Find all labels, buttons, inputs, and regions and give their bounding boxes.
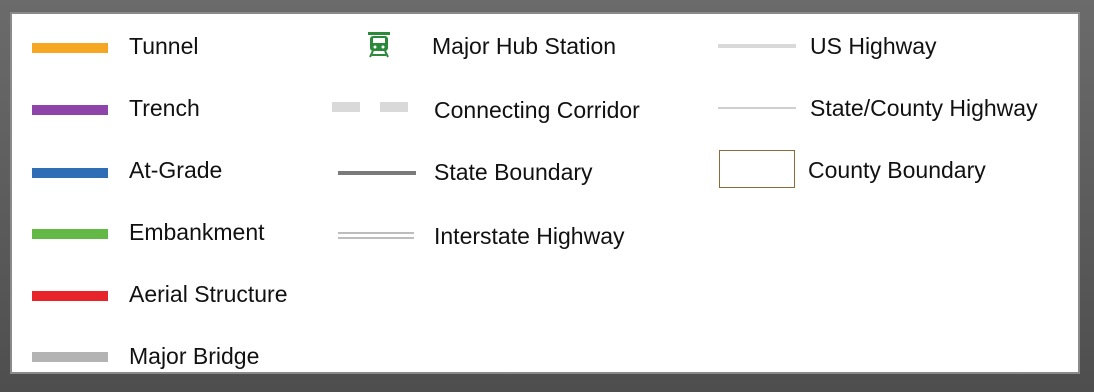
- legend-item-tunnel: Tunnel: [129, 31, 198, 61]
- legend-item-trench: Trench: [129, 93, 200, 123]
- major-bridge-label: Major Bridge: [129, 342, 260, 369]
- legend-item-embankment: Embankment: [129, 217, 265, 247]
- train-station-icon: [368, 32, 390, 58]
- us-highway-label: US Highway: [810, 32, 937, 59]
- connecting-corridor-swatch-a: [332, 102, 360, 112]
- legend-item-major-hub-station: Major Hub Station: [432, 31, 616, 61]
- legend-item-state-boundary: State Boundary: [434, 157, 593, 187]
- legend-item-at-grade: At-Grade: [129, 155, 222, 185]
- legend-item-state-county-highway: State/County Highway: [810, 93, 1038, 123]
- connecting-corridor-swatch-b: [380, 102, 408, 112]
- map-legend: Tunnel Trench At-Grade Embankment Aerial…: [10, 12, 1080, 374]
- county-boundary-label: County Boundary: [808, 156, 986, 183]
- embankment-label: Embankment: [129, 218, 265, 245]
- tunnel-swatch: [32, 43, 108, 53]
- state-boundary-swatch: [338, 171, 416, 175]
- connecting-corridor-label: Connecting Corridor: [434, 96, 640, 123]
- legend-item-county-boundary: County Boundary: [808, 155, 986, 185]
- us-highway-swatch: [718, 44, 796, 48]
- interstate-highway-label: Interstate Highway: [434, 222, 625, 249]
- trench-swatch: [32, 105, 108, 115]
- major-hub-station-label: Major Hub Station: [432, 32, 617, 59]
- at-grade-swatch: [32, 168, 108, 178]
- embankment-swatch: [32, 229, 108, 239]
- legend-item-connecting-corridor: Connecting Corridor: [434, 95, 640, 125]
- legend-item-aerial-structure: Aerial Structure: [129, 279, 288, 309]
- state-county-highway-label: State/County Highway: [810, 94, 1038, 121]
- aerial-structure-swatch: [32, 291, 108, 301]
- legend-item-interstate-highway: Interstate Highway: [434, 221, 624, 251]
- major-bridge-swatch: [32, 352, 108, 362]
- legend-item-us-highway: US Highway: [810, 31, 937, 61]
- tunnel-label: Tunnel: [129, 32, 199, 59]
- state-boundary-label: State Boundary: [434, 158, 593, 185]
- trench-label: Trench: [129, 94, 200, 121]
- aerial-structure-label: Aerial Structure: [129, 280, 288, 307]
- county-boundary-swatch: [719, 150, 795, 188]
- state-county-highway-swatch: [718, 107, 796, 109]
- at-grade-label: At-Grade: [129, 156, 223, 183]
- legend-item-major-bridge: Major Bridge: [129, 341, 259, 371]
- interstate-highway-swatch: [338, 232, 414, 239]
